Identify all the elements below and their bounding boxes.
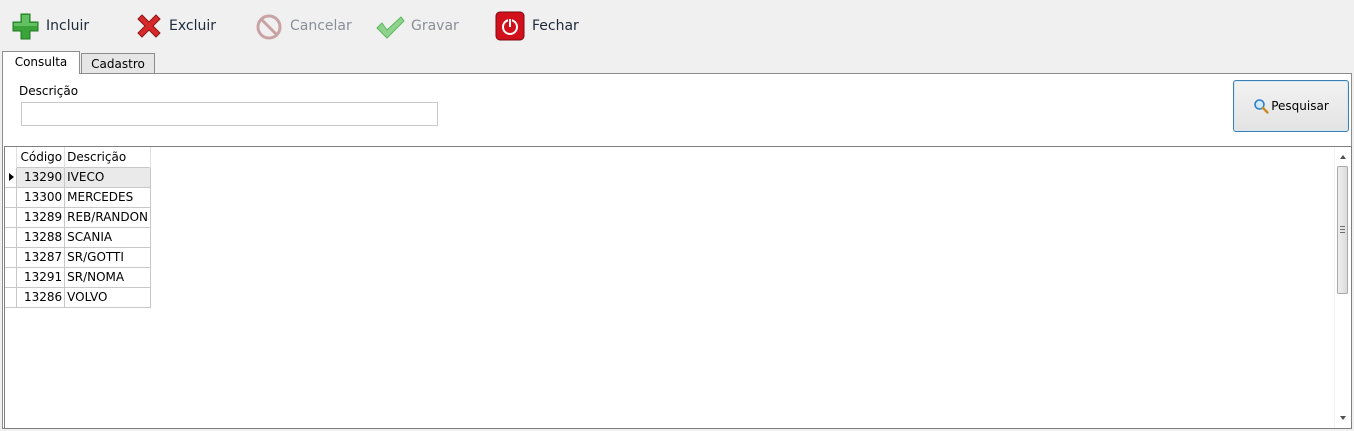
excluir-label: Excluir: [169, 18, 216, 34]
scroll-thumb[interactable]: [1337, 166, 1348, 294]
toolbar: Incluir Excluir Cancelar Gravar Fechar: [0, 0, 1354, 50]
scroll-up-button[interactable]: [1335, 149, 1351, 165]
table-row[interactable]: 13286 VOLVO: [5, 286, 152, 308]
row-indicator: [5, 247, 17, 268]
current-row-arrow-icon: [9, 172, 14, 181]
cell-descricao[interactable]: MERCEDES: [64, 186, 152, 208]
cell-descricao[interactable]: SR/NOMA: [64, 266, 152, 288]
incluir-label: Incluir: [46, 18, 90, 34]
cancel-icon: [256, 14, 282, 40]
cell-descricao[interactable]: SR/GOTTI: [64, 246, 152, 268]
cell-descricao[interactable]: REB/RANDON: [64, 206, 152, 228]
results-grid[interactable]: Código Descrição 13290 IVECO 13300 MERCEDES…: [4, 146, 1352, 429]
row-indicator: [5, 227, 17, 248]
cell-codigo[interactable]: 13289: [15, 206, 66, 228]
header-row: Código Descrição: [5, 147, 152, 167]
pesquisar-button[interactable]: Pesquisar: [1233, 80, 1349, 132]
fechar-label: Fechar: [532, 18, 579, 34]
check-icon: [376, 16, 405, 39]
cell-descricao[interactable]: IVECO: [64, 166, 152, 188]
scroll-down-button[interactable]: [1335, 410, 1351, 426]
cell-descricao[interactable]: VOLVO: [64, 286, 152, 308]
table-row[interactable]: 13291 SR/NOMA: [5, 266, 152, 288]
table-row[interactable]: 13290 IVECO: [5, 166, 152, 188]
tab-strip: Consulta Cadastro: [0, 50, 1354, 74]
gravar-label: Gravar: [411, 18, 459, 34]
table-row[interactable]: 13300 MERCEDES: [5, 186, 152, 208]
cell-codigo[interactable]: 13287: [15, 246, 66, 268]
magnifier-icon: [1254, 99, 1269, 114]
row-indicator: [5, 167, 17, 188]
cancelar-label: Cancelar: [290, 18, 352, 34]
row-indicator: [5, 207, 17, 228]
descricao-input[interactable]: [21, 102, 438, 126]
row-indicator: [5, 267, 17, 288]
row-indicator: [5, 187, 17, 208]
column-header-codigo[interactable]: Código: [16, 147, 66, 167]
x-icon: [137, 14, 161, 38]
row-indicator: [5, 287, 17, 308]
cell-codigo[interactable]: 13300: [15, 186, 66, 208]
table-row[interactable]: 13288 SCANIA: [5, 226, 152, 248]
table-row[interactable]: 13289 REB/RANDON: [5, 206, 152, 228]
arrow-down-icon: [1340, 416, 1346, 420]
vertical-scrollbar[interactable]: [1334, 147, 1351, 428]
grip-icon: [1340, 226, 1345, 233]
cancelar-button[interactable]: Cancelar: [252, 8, 352, 44]
tab-consulta[interactable]: Consulta: [2, 51, 80, 74]
fechar-button[interactable]: Fechar: [494, 8, 579, 44]
excluir-button[interactable]: Excluir: [131, 8, 216, 44]
power-icon: [495, 11, 525, 41]
gravar-button[interactable]: Gravar: [373, 8, 459, 44]
cell-codigo[interactable]: 13288: [15, 226, 66, 248]
pesquisar-label: Pesquisar: [1271, 99, 1329, 113]
table-row[interactable]: 13287 SR/GOTTI: [5, 246, 152, 268]
incluir-button[interactable]: Incluir: [8, 8, 89, 44]
cell-codigo[interactable]: 13291: [15, 266, 66, 288]
tab-cadastro[interactable]: Cadastro: [81, 53, 155, 74]
arrow-up-icon: [1340, 155, 1346, 159]
plus-icon: [12, 13, 39, 40]
descricao-label: Descrição: [19, 84, 79, 98]
results-table: Código Descrição 13290 IVECO 13300 MERCEDES…: [5, 147, 152, 308]
cell-descricao[interactable]: SCANIA: [64, 226, 152, 248]
cell-codigo[interactable]: 13290: [15, 166, 66, 188]
cell-codigo[interactable]: 13286: [15, 286, 66, 308]
column-header-descricao[interactable]: Descrição: [64, 147, 152, 167]
row-indicator-header: [5, 147, 17, 167]
